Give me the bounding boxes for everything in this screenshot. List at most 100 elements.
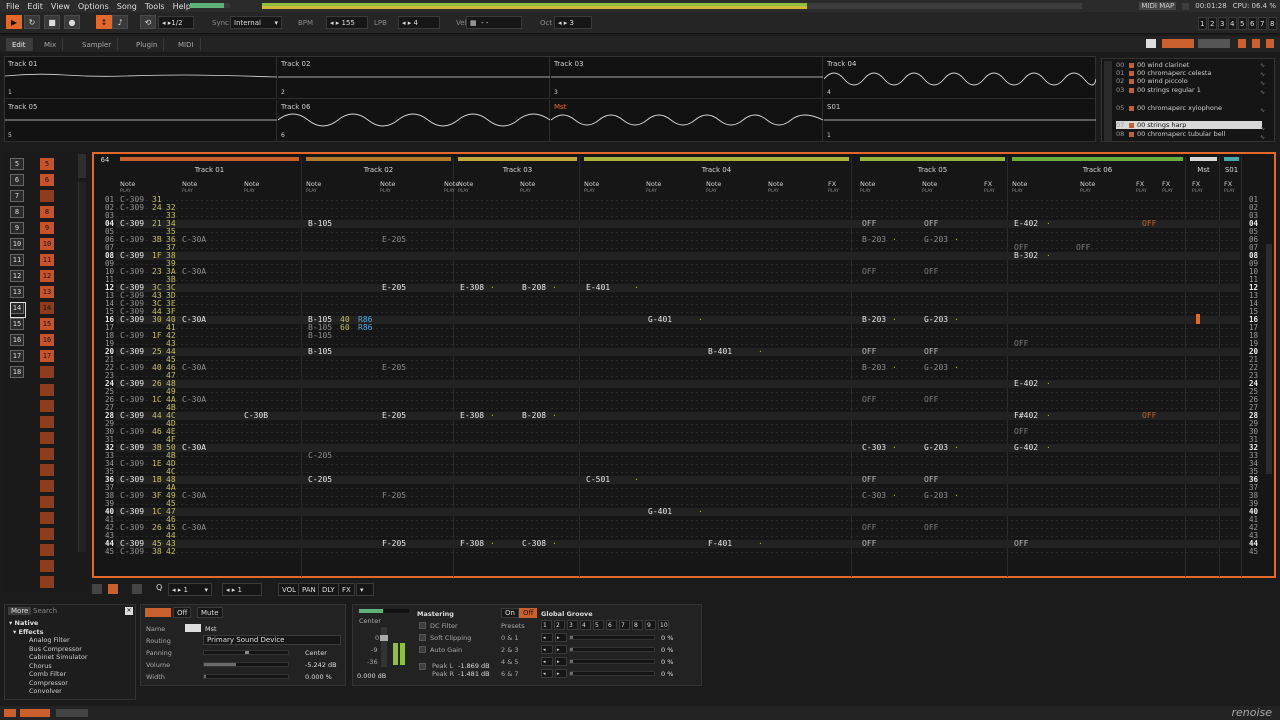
sequence-pattern[interactable]: 15 — [40, 318, 54, 330]
note-cell[interactable]: G-203 — [924, 492, 948, 500]
track-header[interactable]: Track 04 — [582, 166, 851, 174]
menu-help[interactable]: Help — [173, 2, 191, 11]
volume-cell[interactable]: 21 — [152, 220, 162, 228]
note-cell[interactable]: F#402 — [1014, 412, 1038, 420]
note-cell[interactable]: E-205 — [382, 284, 406, 292]
routing-select[interactable]: Primary Sound Device — [203, 635, 341, 645]
track-header[interactable]: Track 06 — [1010, 166, 1185, 174]
track-button[interactable]: 7 — [1258, 17, 1267, 30]
volume-cell[interactable]: · — [892, 364, 897, 372]
note-cell[interactable]: OFF — [924, 268, 938, 276]
note-cell[interactable]: B-203 — [862, 236, 886, 244]
note-cell[interactable]: B-203 — [862, 364, 886, 372]
volume-cell[interactable]: 24 — [152, 204, 162, 212]
instrument-list-toolbar[interactable] — [1104, 61, 1112, 141]
volume-cell[interactable]: 30 — [152, 316, 162, 324]
note-cell[interactable]: OFF — [862, 540, 876, 548]
track-color-bar[interactable] — [860, 157, 1005, 161]
sequence-pattern-empty[interactable] — [40, 512, 54, 524]
sequence-pattern-empty[interactable] — [40, 480, 54, 492]
toggle-button[interactable] — [108, 584, 118, 594]
sequence-pattern-empty[interactable] — [40, 576, 54, 588]
spectrum-mode-button[interactable] — [1198, 39, 1230, 48]
volume-cell[interactable]: · — [758, 348, 763, 356]
sequence-slot[interactable]: 15 — [10, 318, 24, 330]
groove-off-button[interactable]: Off — [519, 608, 538, 618]
sequence-pattern[interactable]: 14 — [40, 302, 54, 314]
volume-cell[interactable]: · — [490, 540, 495, 548]
sequence-slot[interactable]: 18 — [10, 366, 24, 378]
tree-effects[interactable]: ▾ Effects — [9, 628, 88, 637]
volume-cell[interactable]: 25 — [152, 348, 162, 356]
sequence-pattern[interactable]: 6 — [40, 174, 54, 186]
scope-toggle[interactable] — [56, 709, 88, 717]
volume-cell[interactable]: · — [634, 284, 639, 292]
browser-item[interactable]: Convolver — [9, 687, 88, 696]
groove-step-button[interactable]: ▸ — [555, 633, 567, 642]
column-header[interactable]: Note PLAY — [520, 181, 535, 195]
pattern-loop-button[interactable]: ⟲ — [140, 15, 156, 29]
scope-mode-button[interactable] — [1162, 39, 1194, 48]
step-field[interactable]: ◂ ▸ 1 ▾ — [168, 583, 212, 596]
note-cell[interactable]: C-30A — [182, 492, 206, 500]
metronome-button[interactable]: ♪ — [112, 15, 128, 29]
note-cell[interactable]: C-309 — [120, 524, 144, 532]
note-cell[interactable]: OFF — [862, 396, 876, 404]
sequence-pattern-empty[interactable] — [40, 544, 54, 556]
track-button[interactable]: 2 — [1208, 17, 1217, 30]
sequence-pattern[interactable]: 10 — [40, 238, 54, 250]
groove-step-button[interactable]: ▸ — [555, 657, 567, 666]
menu-song[interactable]: Song — [117, 2, 137, 11]
note-cell[interactable]: C-30A — [182, 396, 206, 404]
note-cell[interactable]: OFF — [924, 220, 938, 228]
dc-filter-checkbox[interactable] — [419, 622, 426, 629]
sequence-pattern-empty[interactable] — [40, 464, 54, 476]
note-cell[interactable]: C-30A — [182, 268, 206, 276]
volume-cell[interactable]: 26 — [152, 524, 162, 532]
menu-options[interactable]: Options — [78, 2, 109, 11]
volume-cell[interactable]: · — [490, 284, 495, 292]
instrument-item[interactable]: 08 00 chromaperc tubular bell — [1116, 130, 1225, 138]
note-cell[interactable]: B-208 — [522, 412, 546, 420]
groove-step-button[interactable]: ◂ — [541, 633, 553, 642]
volume-cell[interactable]: 1C — [152, 396, 162, 404]
preset-button[interactable]: 5 — [593, 620, 604, 630]
column-header[interactable]: Note PLAY — [458, 181, 473, 195]
preset-button[interactable]: 7 — [619, 620, 630, 630]
volume-cell[interactable]: · — [552, 412, 557, 420]
note-cell[interactable]: C-309 — [120, 364, 144, 372]
note-cell[interactable]: OFF — [862, 524, 876, 532]
menu-edit[interactable]: Edit — [27, 2, 43, 11]
layout-button[interactable] — [1266, 39, 1274, 48]
more-menu-button[interactable]: ▾ — [356, 583, 374, 596]
sequence-slot[interactable]: 16 — [10, 334, 24, 346]
groove-step-button[interactable]: ▸ — [555, 669, 567, 678]
note-cell[interactable]: OFF — [862, 476, 876, 484]
track-button[interactable]: 5 — [1238, 17, 1247, 30]
note-cell[interactable]: OFF — [924, 524, 938, 532]
note-cell[interactable]: F-308 — [460, 540, 484, 548]
instrument-item[interactable]: 01 00 chromaperc celesta — [1116, 69, 1211, 77]
note-cell[interactable]: OFF — [924, 348, 938, 356]
sequence-slot[interactable]: 17 — [10, 350, 24, 362]
effect-cell[interactable]: R86 — [358, 324, 372, 332]
volume-cell[interactable]: · — [954, 316, 959, 324]
note-cell[interactable]: F-205 — [382, 492, 406, 500]
column-header[interactable]: Note PLAY — [182, 181, 197, 195]
preset-button[interactable]: 9 — [645, 620, 656, 630]
master-fader[interactable] — [380, 627, 388, 667]
note-cell[interactable]: G-203 — [924, 364, 948, 372]
volume-cell[interactable]: 1F — [152, 332, 162, 340]
track-button[interactable]: 3 — [1218, 17, 1227, 30]
volume-cell[interactable]: · — [698, 508, 703, 516]
more-tab[interactable]: More — [8, 607, 32, 615]
column-header[interactable]: FX PLAY — [1162, 181, 1173, 195]
note-cell[interactable]: F-205 — [382, 540, 406, 548]
preset-button[interactable]: 10 — [658, 620, 669, 630]
effect-cell[interactable]: OFF — [1142, 412, 1156, 420]
volume-cell[interactable]: 60 — [340, 324, 350, 332]
off-button[interactable]: Off — [173, 607, 192, 618]
note-cell[interactable]: E-401 — [586, 284, 610, 292]
sequence-slot[interactable]: 13 — [10, 286, 24, 298]
note-cell[interactable]: C-205 — [308, 476, 332, 484]
